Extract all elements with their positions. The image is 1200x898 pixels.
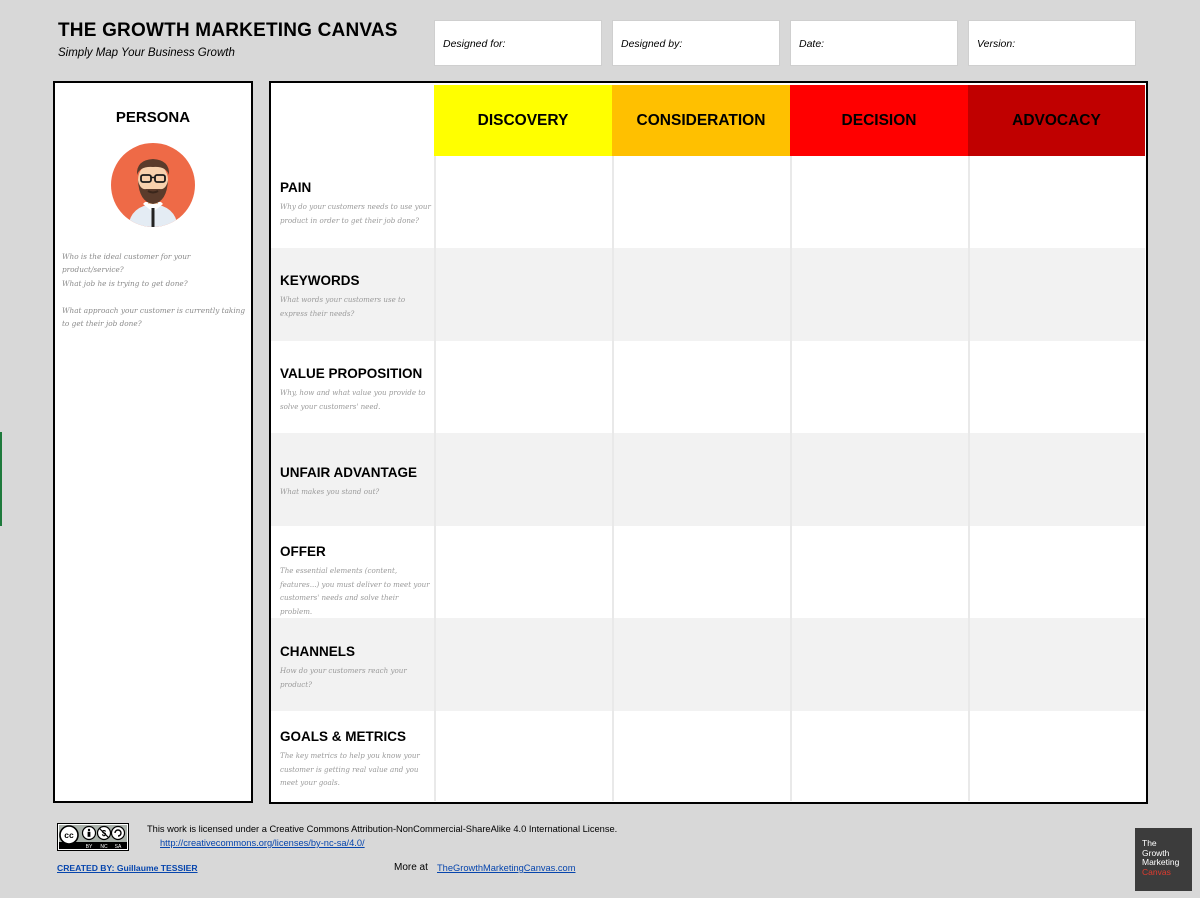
page-title: THE GROWTH MARKETING CANVAS xyxy=(58,20,398,41)
row-title: KEYWORDS xyxy=(280,273,360,288)
stage-discovery-label: DISCOVERY xyxy=(477,111,569,129)
growth-marketing-canvas-logo: The Growth Marketing Canvas xyxy=(1135,828,1192,891)
persona-question-job: What job he is trying to get done? xyxy=(62,279,188,288)
creator-link[interactable]: CREATED BY: Guillaume TESSIER xyxy=(57,863,198,873)
persona-question-approach: What approach your customer is currently… xyxy=(62,306,246,328)
designed-by-label: Designed by: xyxy=(621,38,683,50)
row-label-offer: OFFER The essential elements (content, f… xyxy=(280,544,432,618)
row-title: OFFER xyxy=(280,544,326,559)
row-label-value-proposition: VALUE PROPOSITION Why, how and what valu… xyxy=(280,366,432,413)
designed-for-field[interactable]: Designed for: xyxy=(434,20,602,66)
stage-consideration: CONSIDERATION xyxy=(612,85,790,156)
version-field[interactable]: Version: xyxy=(968,20,1136,66)
sheet-edge-marker xyxy=(0,432,2,526)
row-title: VALUE PROPOSITION xyxy=(280,366,423,381)
column-divider xyxy=(612,156,614,801)
stage-advocacy: ADVOCACY xyxy=(968,85,1145,156)
more-at-text: More at xyxy=(394,862,428,873)
persona-question-ideal-customer: Who is the ideal customer for your produ… xyxy=(62,252,191,274)
row-description: What makes you stand out? xyxy=(280,487,380,496)
date-label: Date: xyxy=(799,38,825,50)
date-field[interactable]: Date: xyxy=(790,20,958,66)
stage-discovery: DISCOVERY xyxy=(434,85,612,156)
license-text: This work is licensed under a Creative C… xyxy=(147,824,618,834)
row-label-channels: CHANNELS How do your customers reach you… xyxy=(280,644,432,691)
row-label-keywords: KEYWORDS What words your customers use t… xyxy=(280,273,432,320)
row-label-pain: PAIN Why do your customers needs to use … xyxy=(280,180,432,227)
row-title: GOALS & METRICS xyxy=(280,729,407,744)
row-description: How do your customers reach your product… xyxy=(280,666,407,689)
creative-commons-badge-icon: cc $ BY NC SA xyxy=(57,823,129,851)
stage-decision: DECISION xyxy=(790,85,968,156)
logo-line: Canvas xyxy=(1142,866,1171,877)
cc-by-label: BY xyxy=(86,844,93,850)
column-divider xyxy=(968,156,970,801)
cc-nc-label: NC xyxy=(100,844,108,850)
page-subtitle: Simply Map Your Business Growth xyxy=(58,47,235,59)
row-label-unfair-advantage: UNFAIR ADVANTAGE What makes you stand ou… xyxy=(280,465,432,499)
persona-panel[interactable]: PERSONA Who is the ideal customer for yo… xyxy=(53,81,253,803)
canvas-grid[interactable]: DISCOVERY CONSIDERATION DECISION ADVOCAC… xyxy=(269,81,1148,804)
stage-advocacy-label: ADVOCACY xyxy=(1012,111,1101,129)
persona-avatar-icon xyxy=(111,143,195,227)
row-title: CHANNELS xyxy=(280,644,356,659)
row-description: The key metrics to help you know your cu… xyxy=(280,751,420,787)
row-title: UNFAIR ADVANTAGE xyxy=(280,465,417,480)
row-description: What words your customers use to express… xyxy=(280,295,406,318)
stage-consideration-label: CONSIDERATION xyxy=(636,111,766,129)
persona-title: PERSONA xyxy=(115,109,191,126)
cc-mark: cc xyxy=(64,830,74,840)
row-title: PAIN xyxy=(280,180,312,195)
row-description: Why do your customers needs to use your … xyxy=(280,202,431,225)
cc-sa-label: SA xyxy=(115,844,122,850)
designed-for-label: Designed for: xyxy=(443,38,506,50)
license-link[interactable]: http://creativecommons.org/licenses/by-n… xyxy=(160,838,365,848)
stage-decision-label: DECISION xyxy=(841,111,917,129)
column-divider xyxy=(790,156,792,801)
version-label: Version: xyxy=(977,38,1016,50)
designed-by-field[interactable]: Designed by: xyxy=(612,20,780,66)
column-divider xyxy=(434,156,436,801)
row-description: Why, how and what value you provide to s… xyxy=(280,388,426,411)
website-link[interactable]: TheGrowthMarketingCanvas.com xyxy=(437,863,575,873)
row-description: The essential elements (content, feature… xyxy=(280,566,430,616)
row-label-goals-metrics: GOALS & METRICS The key metrics to help … xyxy=(280,729,432,790)
